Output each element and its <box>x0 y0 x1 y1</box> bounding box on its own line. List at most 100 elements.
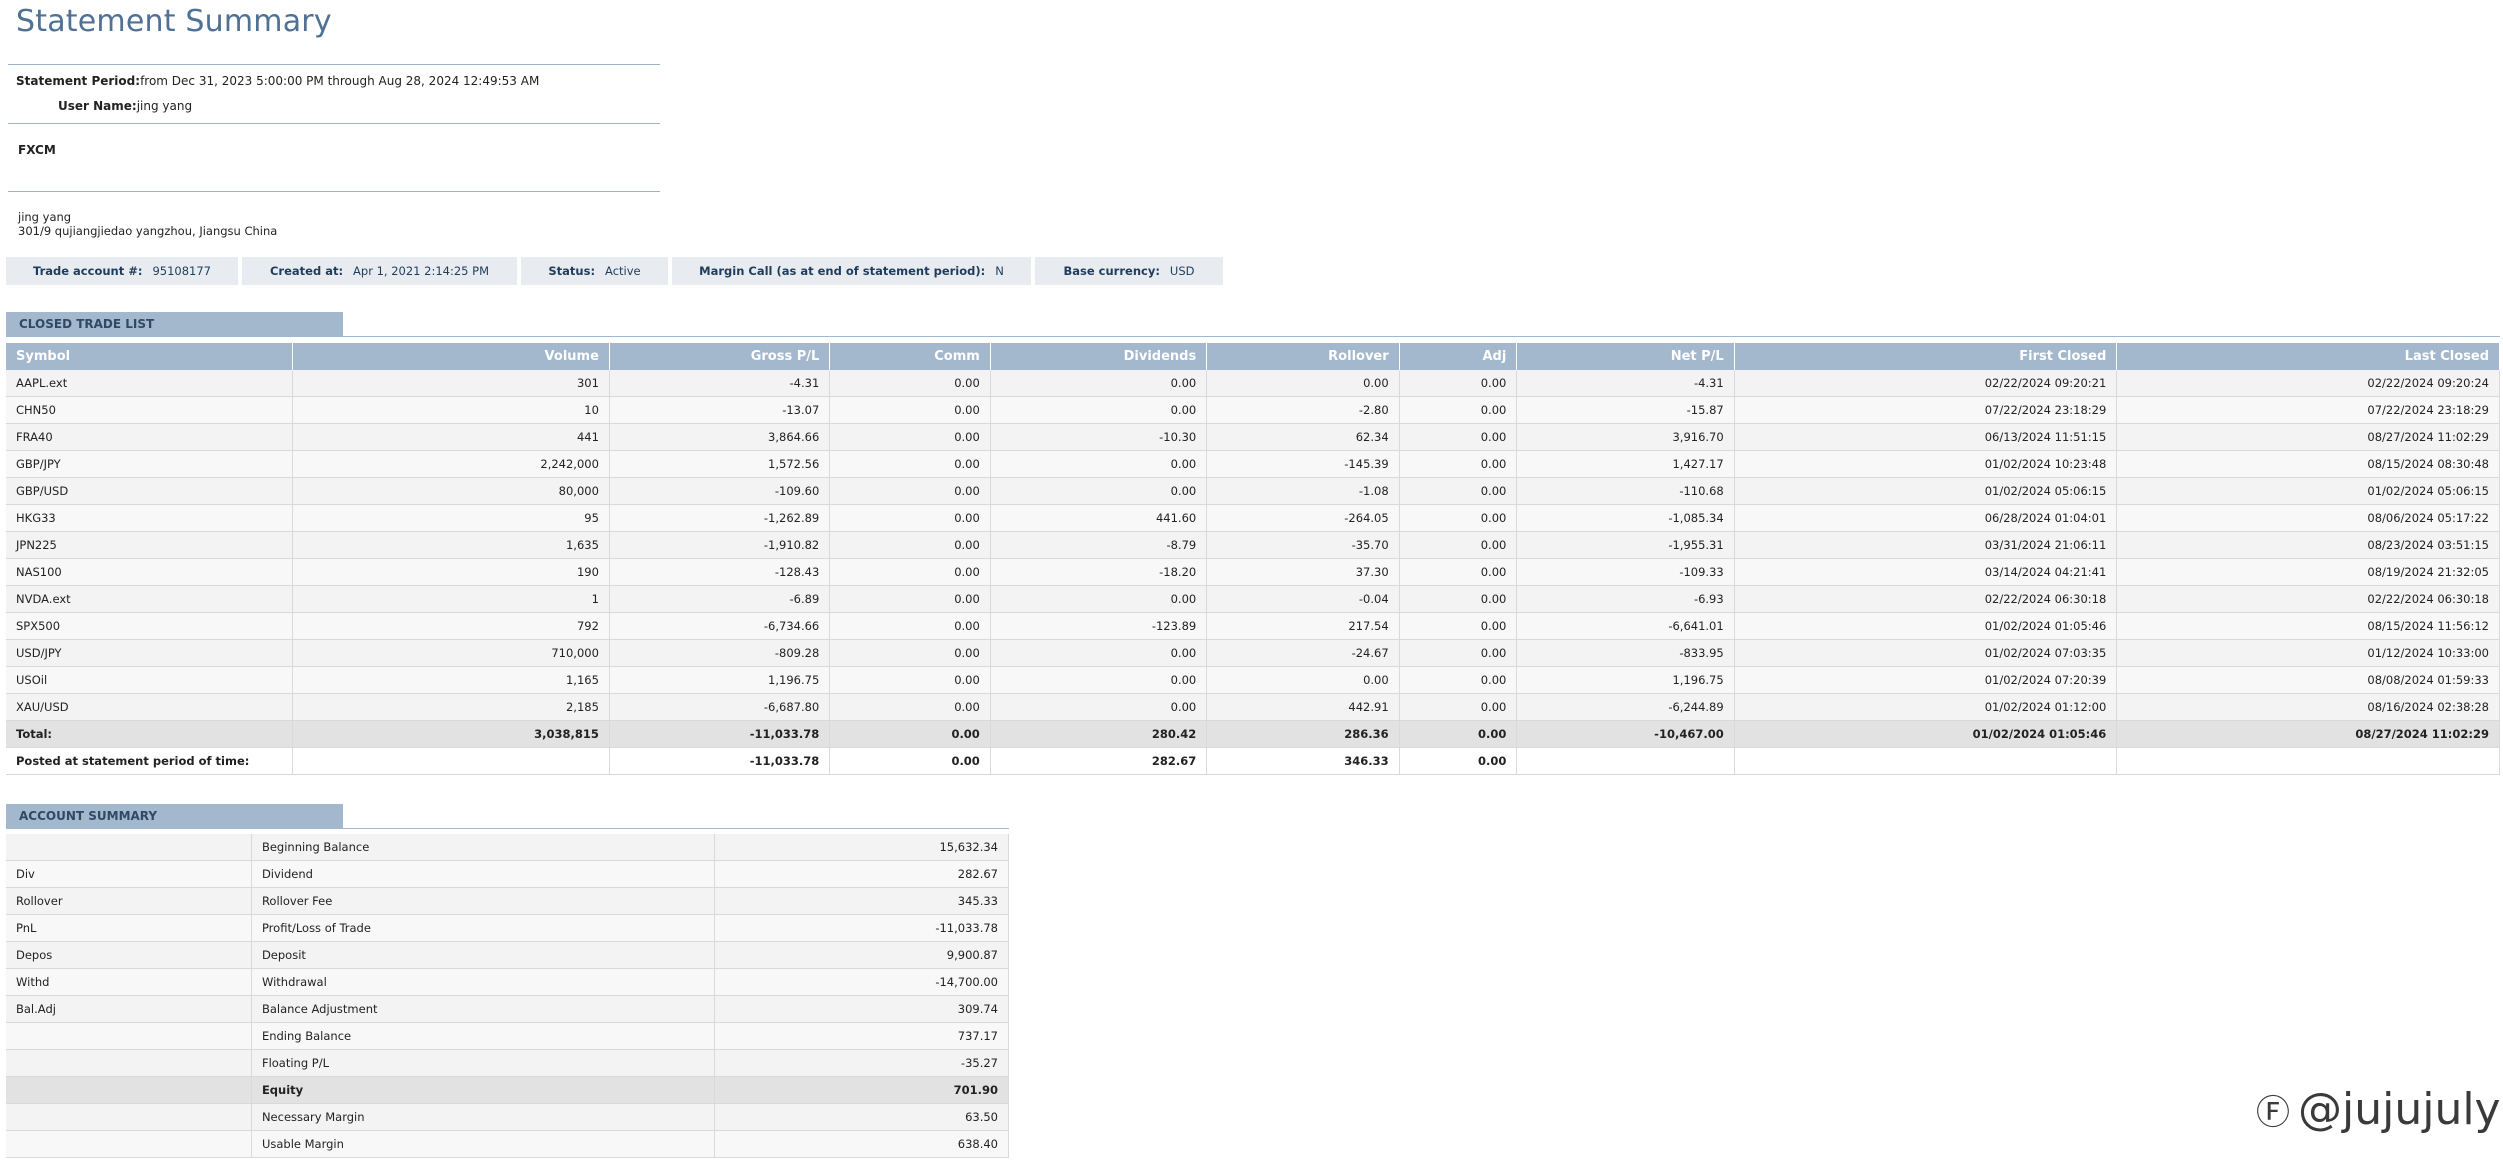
cell-volume <box>292 747 610 775</box>
info-label: Created at: <box>269 264 344 278</box>
summary-label: Deposit <box>251 941 715 969</box>
cell-adj: 0.00 <box>1399 504 1518 532</box>
info-value: Active <box>605 264 641 278</box>
info-created-at: Created at: Apr 1, 2021 2:14:25 PM <box>242 257 517 285</box>
table-row: USOil 1,165 1,196.75 0.00 0.00 0.00 0.00 1,196.… <box>6 666 2500 694</box>
cell-net-pl: 1,196.75 <box>1516 666 1735 694</box>
cell-rollover: -145.39 <box>1206 450 1400 478</box>
cell-last-closed <box>2116 747 2500 775</box>
closed-trade-list-heading: CLOSED TRADE LIST <box>6 312 343 337</box>
summary-value: 638.40 <box>714 1130 1010 1158</box>
cell-net-pl: -6,244.89 <box>1516 693 1735 721</box>
cell-volume: 1,635 <box>292 531 610 559</box>
summary-code: PnL <box>6 914 252 942</box>
summary-row: Beginning Balance 15,632.34 <box>6 834 1010 861</box>
col-symbol: Symbol <box>6 343 294 370</box>
cell-volume: 95 <box>292 504 610 532</box>
statement-period-value: from Dec 31, 2023 5:00:00 PM through Aug… <box>140 74 540 88</box>
cell-dividends: 280.42 <box>990 720 1208 748</box>
account-info-bar: Trade account #: 95108177 Created at: Apr … <box>6 257 1223 285</box>
cell-volume: 2,242,000 <box>292 450 610 478</box>
cell-adj: 0.00 <box>1399 639 1518 667</box>
cell-net-pl: -6,641.01 <box>1516 612 1735 640</box>
divider <box>8 64 660 65</box>
cell-adj: 0.00 <box>1399 450 1518 478</box>
summary-label: Rollover Fee <box>251 887 715 915</box>
cell-comm: 0.00 <box>829 531 991 559</box>
summary-row: Floating P/L -35.27 <box>6 1049 1010 1077</box>
info-trade-account: Trade account #: 95108177 <box>6 257 238 285</box>
cell-comm: 0.00 <box>829 693 991 721</box>
cell-gross-pl: -1,262.89 <box>609 504 831 532</box>
cell-symbol: CHN50 <box>6 396 294 424</box>
page-title: Statement Summary <box>16 4 332 39</box>
cell-net-pl: -1,085.34 <box>1516 504 1735 532</box>
cell-dividends: 441.60 <box>990 504 1208 532</box>
summary-value: -35.27 <box>714 1049 1010 1077</box>
trade-table-body: AAPL.ext 301 -4.31 0.00 0.00 0.00 0.00 -4.31 02/… <box>6 370 2500 775</box>
table-row: JPN225 1,635 -1,910.82 0.00 -8.79 -35.70 0.00-… <box>6 531 2500 559</box>
cell-dividends: 0.00 <box>990 450 1208 478</box>
cell-dividends: -10.30 <box>990 423 1208 451</box>
cell-first-closed <box>1734 747 2118 775</box>
cell-gross-pl: -6,734.66 <box>609 612 831 640</box>
summary-code: Bal.Adj <box>6 995 252 1023</box>
cell-comm: 0.00 <box>829 423 991 451</box>
cell-comm: 0.00 <box>829 747 991 775</box>
info-label: Base currency: <box>1063 264 1160 278</box>
table-row: HKG33 95 -1,262.89 0.00 441.60 -264.05 0.00 -1,… <box>6 504 2500 532</box>
cell-rollover: -35.70 <box>1206 531 1400 559</box>
divider <box>343 828 1009 829</box>
summary-label: Dividend <box>251 860 715 888</box>
cell-dividends: -18.20 <box>990 558 1208 586</box>
table-row: CHN50 10 -13.07 0.00 0.00 -2.80 0.00 -15.87 07/2… <box>6 396 2500 424</box>
cell-first-closed: 01/02/2024 01:05:46 <box>1734 612 2118 640</box>
summary-value: 63.50 <box>714 1103 1010 1131</box>
summary-label: Profit/Loss of Trade <box>251 914 715 942</box>
cell-adj: 0.00 <box>1399 423 1518 451</box>
watermark-text: @jujujuly <box>2298 1084 2501 1135</box>
cell-volume: 792 <box>292 612 610 640</box>
info-status: Status: Active <box>521 257 668 285</box>
info-label: Trade account #: <box>33 264 143 278</box>
summary-row: Usable Margin 638.40 <box>6 1130 1010 1158</box>
cell-last-closed: 08/15/2024 11:56:12 <box>2116 612 2500 640</box>
cell-first-closed: 01/02/2024 01:05:46 <box>1734 720 2118 748</box>
cell-volume: 1 <box>292 585 610 613</box>
cell-rollover: 0.00 <box>1206 370 1400 397</box>
cell-rollover: 0.00 <box>1206 666 1400 694</box>
cell-first-closed: 01/02/2024 07:20:39 <box>1734 666 2118 694</box>
summary-row: Ending Balance 737.17 <box>6 1022 1010 1050</box>
cell-first-closed: 06/28/2024 01:04:01 <box>1734 504 2118 532</box>
summary-row: Depos Deposit 9,900.87 <box>6 941 1010 969</box>
summary-value: 309.74 <box>714 995 1010 1023</box>
cell-net-pl: 3,916.70 <box>1516 423 1735 451</box>
divider <box>8 191 660 192</box>
account-summary-body: Beginning Balance 15,632.34 Div Dividend 282… <box>6 834 1010 1158</box>
cell-dividends: 0.00 <box>990 396 1208 424</box>
cell-symbol: SPX500 <box>6 612 294 640</box>
summary-label: Usable Margin <box>251 1130 715 1158</box>
cell-adj: 0.00 <box>1399 585 1518 613</box>
posted-row: Posted at statement period of time: -11,0… <box>6 747 2500 775</box>
table-row: NVDA.ext 1 -6.89 0.00 0.00 -0.04 0.00 -6.93 02/2… <box>6 585 2500 613</box>
info-margin-call: Margin Call (as at end of statement peri… <box>672 257 1031 285</box>
cell-symbol: XAU/USD <box>6 693 294 721</box>
summary-code <box>6 1076 252 1104</box>
cell-net-pl: -4.31 <box>1516 370 1735 397</box>
cell-net-pl: -833.95 <box>1516 639 1735 667</box>
cell-net-pl: -1,955.31 <box>1516 531 1735 559</box>
summary-value: -11,033.78 <box>714 914 1010 942</box>
cell-volume: 10 <box>292 396 610 424</box>
cell-last-closed: 02/22/2024 09:20:24 <box>2116 370 2500 397</box>
cell-last-closed: 08/27/2024 11:02:29 <box>2116 423 2500 451</box>
cell-rollover: 37.30 <box>1206 558 1400 586</box>
cell-gross-pl: -809.28 <box>609 639 831 667</box>
cell-dividends: -8.79 <box>990 531 1208 559</box>
summary-row: Div Dividend 282.67 <box>6 860 1010 888</box>
info-base-currency: Base currency: USD <box>1035 257 1223 285</box>
account-summary-table: Beginning Balance 15,632.34 Div Dividend 282… <box>6 834 1010 1158</box>
cell-volume: 190 <box>292 558 610 586</box>
cell-last-closed: 02/22/2024 06:30:18 <box>2116 585 2500 613</box>
cell-last-closed: 08/23/2024 03:51:15 <box>2116 531 2500 559</box>
